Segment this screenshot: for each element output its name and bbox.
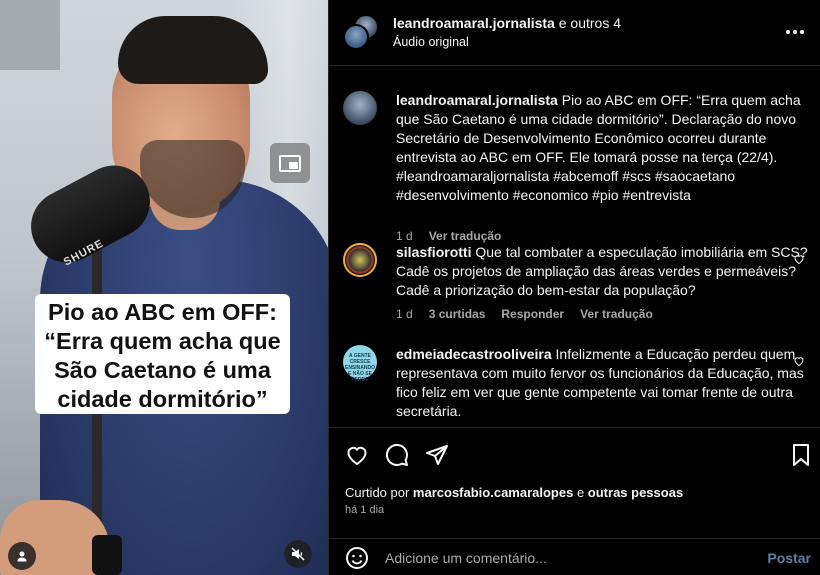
avatar[interactable] [343, 91, 377, 125]
caption-body: leandroamaral.jornalista Pio ao ABC em O… [396, 91, 816, 205]
translate-link[interactable]: Ver tradução [429, 229, 502, 243]
collab-suffix[interactable]: e outros 4 [555, 15, 621, 31]
like-comment-icon[interactable] [793, 253, 805, 265]
comment-icon[interactable] [385, 443, 409, 467]
mute-button[interactable] [284, 540, 312, 568]
picture-in-picture-button[interactable] [270, 143, 310, 183]
caption-line: São Caetano é uma [54, 357, 271, 383]
post-panel: leandroamaral.jornalista e outros 4 Áudi… [328, 0, 820, 575]
bookmark-icon[interactable] [789, 443, 813, 467]
avatar[interactable]: A GENTE CRESCE ENSINANDO E NÃO SE PERDE [343, 345, 377, 383]
comment-time: 1 d [396, 307, 413, 321]
dot-icon [786, 30, 790, 34]
emoji-icon[interactable] [345, 546, 369, 570]
speaker-hair [118, 16, 268, 84]
caption-time: 1 d [396, 229, 413, 243]
audio-link[interactable]: Áudio original [393, 35, 469, 49]
caption-username[interactable]: leandroamaral.jornalista [396, 92, 558, 108]
comment-body: edmeiadecastrooliveira Infelizmente a Ed… [396, 345, 816, 421]
post-actions: Curtido por marcosfabio.camaralopes e ou… [329, 427, 820, 575]
dot-icon [793, 30, 797, 34]
picture-in-picture-icon [279, 154, 301, 172]
reply-button[interactable]: Responder [501, 307, 564, 321]
comments-list[interactable]: leandroamaral.jornalista Pio ao ABC em O… [329, 67, 820, 427]
comment-body: silasfiorotti Que tal combater a especul… [396, 243, 816, 300]
caption-line: Pio ao ABC em OFF: [48, 299, 277, 325]
comment-likes[interactable]: 3 curtidas [429, 307, 486, 321]
video-caption-overlay: Pio ao ABC em OFF: “Erra quem acha que S… [35, 294, 290, 414]
author-username[interactable]: leandroamaral.jornalista [393, 15, 555, 31]
caption-text: Pio ao ABC em OFF: “Erra quem acha que S… [396, 92, 801, 203]
comment-meta: 1 d 3 curtidas Responder Ver tradução [396, 307, 653, 321]
comment-username[interactable]: edmeiadecastrooliveira [396, 346, 552, 362]
background-shelf [0, 0, 60, 70]
caption-line: “Erra quem acha que [44, 328, 281, 354]
muted-speaker-icon [291, 547, 305, 561]
liked-mid: e [573, 485, 588, 500]
avatar [343, 24, 369, 50]
user-icon [17, 551, 27, 562]
liked-by: Curtido por marcosfabio.camaralopes e ou… [345, 485, 683, 500]
like-comment-icon[interactable] [793, 355, 805, 367]
liked-user[interactable]: marcosfabio.camaralopes [413, 485, 573, 500]
liked-prefix: Curtido por [345, 485, 413, 500]
liked-others[interactable]: outras pessoas [588, 485, 683, 500]
post-authors[interactable]: leandroamaral.jornalista e outros 4 [393, 15, 621, 31]
post-comment-button[interactable]: Postar [767, 550, 811, 566]
more-options-button[interactable] [783, 20, 807, 44]
reel-video[interactable]: SHURE Pio ao ABC em OFF: “Erra quem acha… [0, 0, 328, 575]
caption-line: cidade dormitório” [57, 386, 268, 412]
tagged-users-button[interactable] [8, 542, 36, 570]
comment-username[interactable]: silasfiorotti [396, 244, 471, 260]
avatar[interactable] [343, 243, 377, 277]
add-comment-input[interactable]: Adicione um comentário... [385, 550, 547, 566]
post-date[interactable]: há 1 dia [345, 504, 384, 516]
translate-link[interactable]: Ver tradução [580, 307, 653, 321]
post-header: leandroamaral.jornalista e outros 4 Áudi… [329, 0, 820, 66]
collab-avatars[interactable] [343, 14, 379, 50]
share-icon[interactable] [425, 443, 449, 467]
like-icon[interactable] [345, 443, 369, 467]
dot-icon [800, 30, 804, 34]
caption-meta: 1 d Ver tradução [396, 229, 501, 243]
add-comment-bar: Adicione um comentário... Postar [329, 538, 820, 575]
speaker-watch [92, 535, 122, 575]
